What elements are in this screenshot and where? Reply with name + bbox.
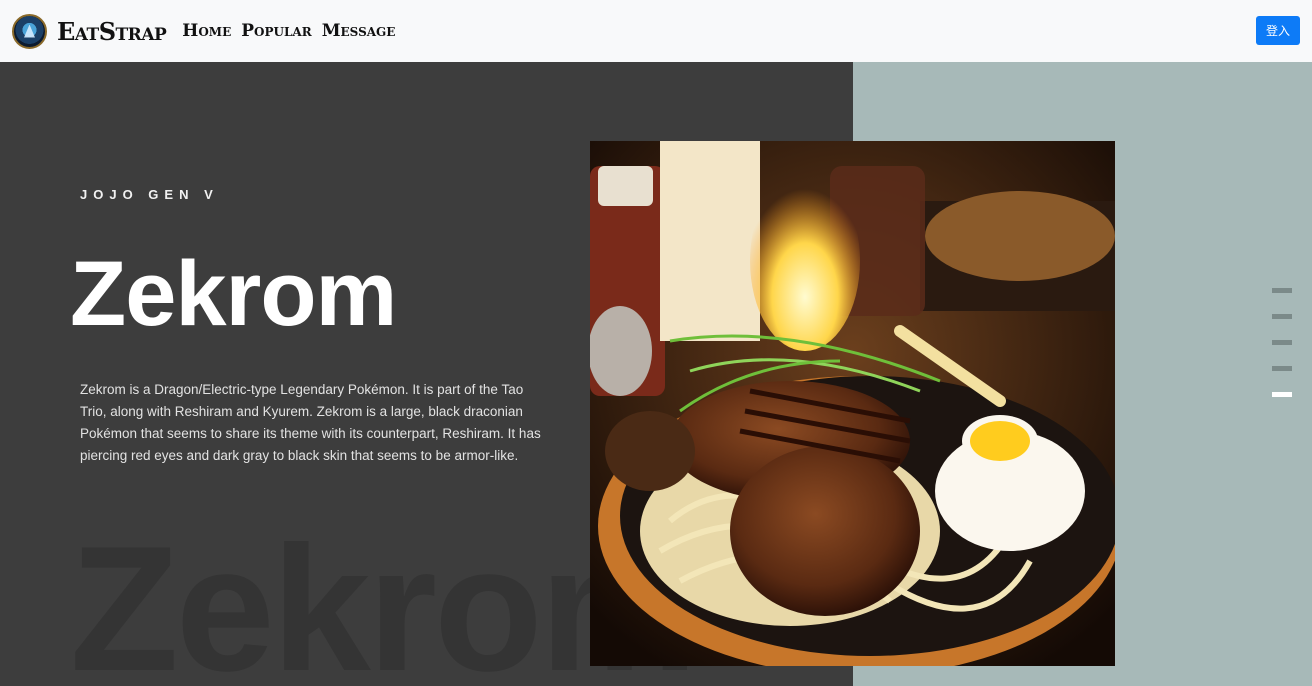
slide-indicators (1272, 288, 1292, 418)
hero-food-image (590, 141, 1115, 666)
nav-link-popular[interactable]: Popular (241, 21, 311, 41)
slide-indicator-3[interactable] (1272, 340, 1292, 345)
steak-plate-illustration (590, 141, 1115, 666)
hero-description: Zekrom is a Dragon/Electric-type Legenda… (80, 382, 541, 463)
slide-indicator-4[interactable] (1272, 366, 1292, 371)
hero-title: Zekrom (70, 243, 397, 345)
nav-link-message[interactable]: Message (322, 21, 396, 41)
login-button[interactable]: 登入 (1256, 16, 1300, 45)
hero-kicker: JOJO GEN V (80, 187, 219, 202)
slide-indicator-1[interactable] (1272, 288, 1292, 293)
slide-indicator-5-active[interactable] (1272, 392, 1292, 397)
nav-links: Home Popular Message (182, 21, 395, 41)
brand-name[interactable]: EatStrap (57, 17, 167, 46)
nav-link-home[interactable]: Home (182, 21, 231, 41)
top-navbar: EatStrap Home Popular Message 登入 (0, 0, 1312, 62)
slide-indicator-2[interactable] (1272, 314, 1292, 319)
logo-icon[interactable] (12, 13, 47, 49)
